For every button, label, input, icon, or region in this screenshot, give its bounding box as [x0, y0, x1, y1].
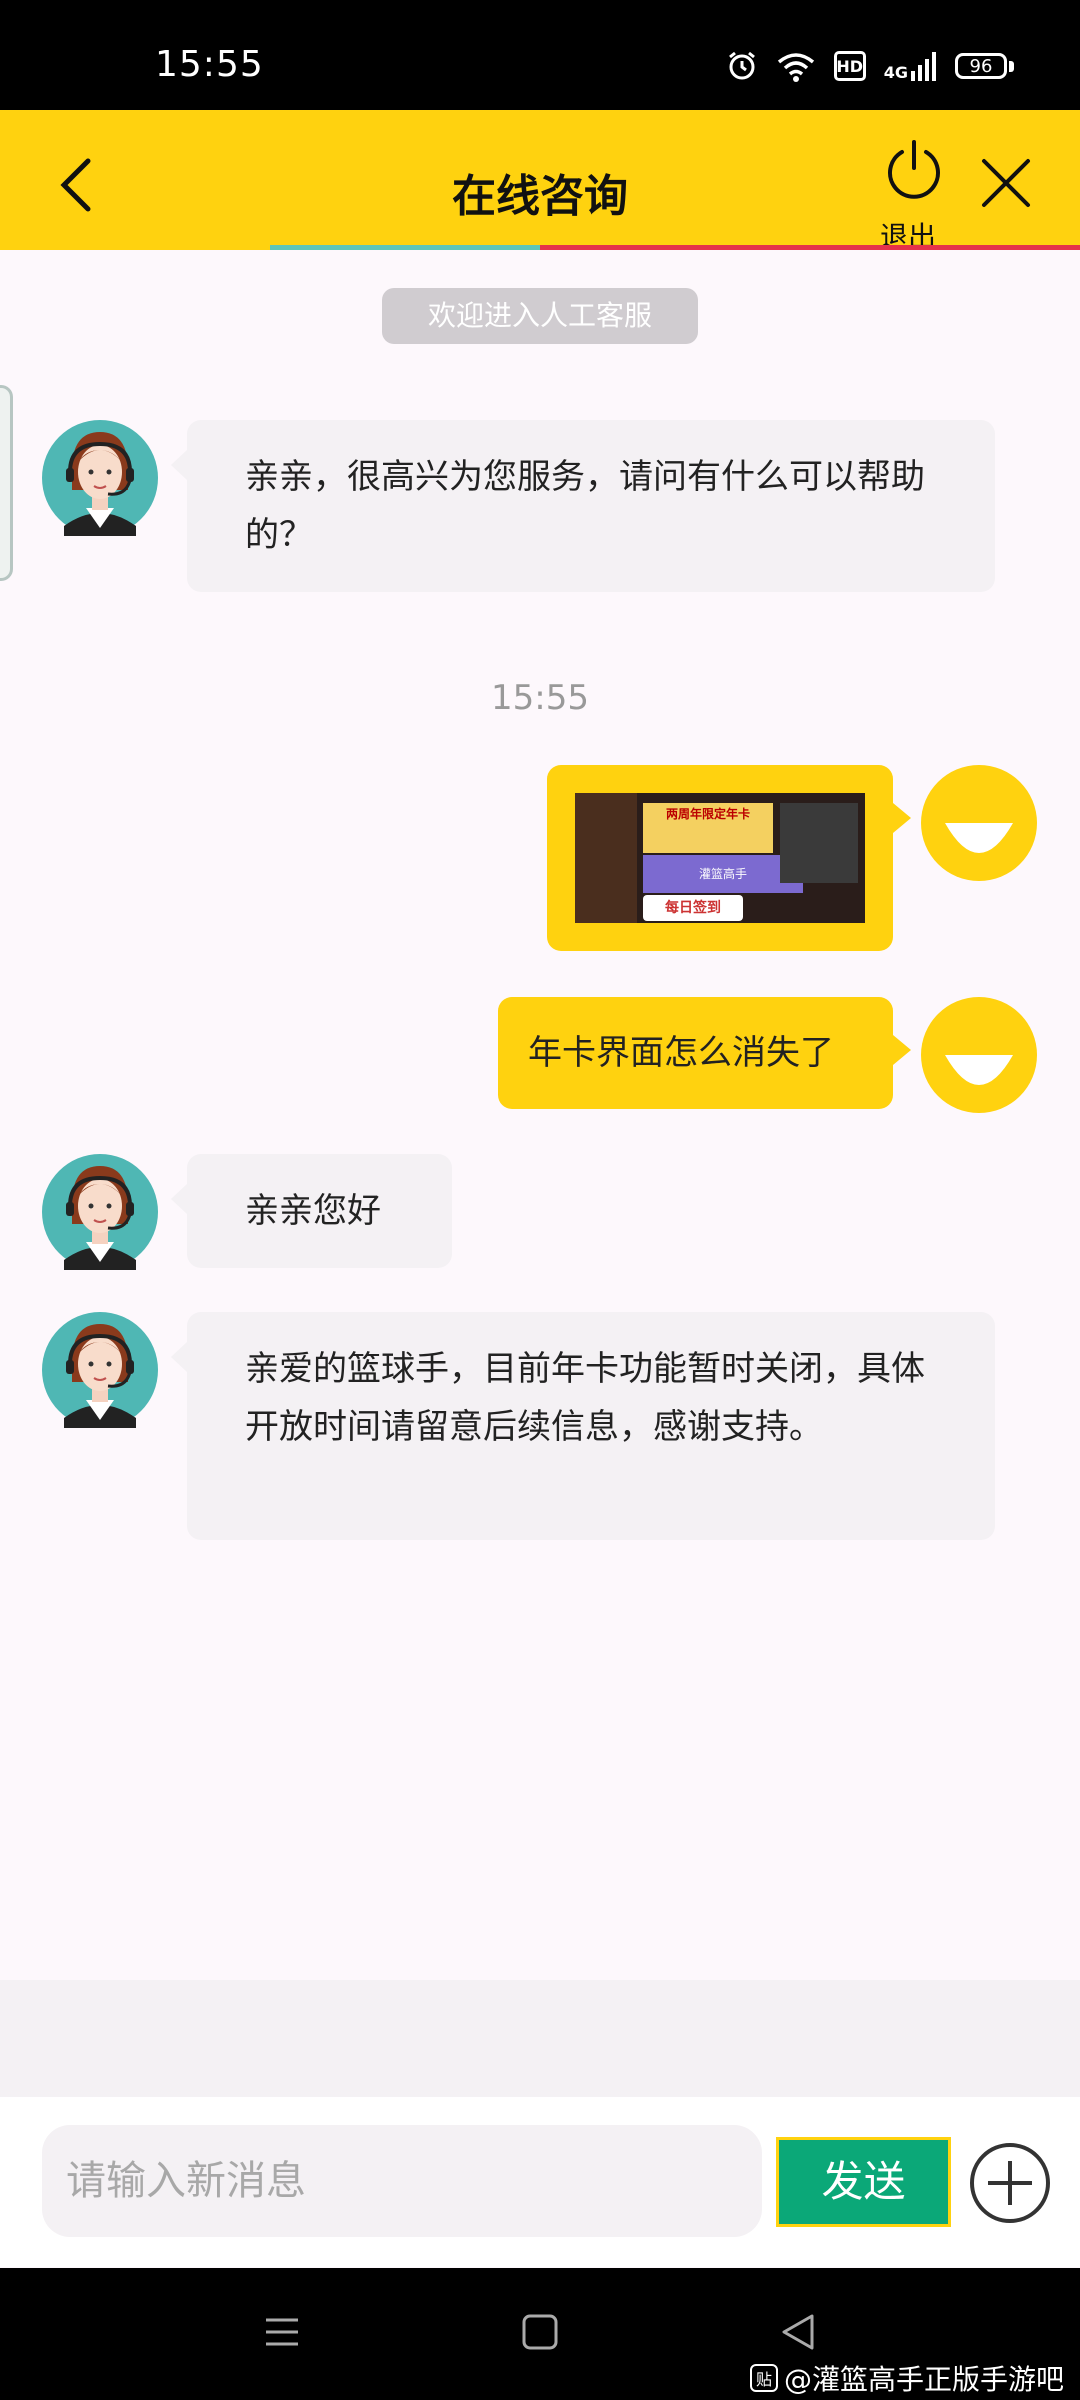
message-bubble-user: 年卡界面怎么消失了 — [498, 997, 911, 1109]
status-time: 15:55 — [155, 44, 264, 85]
header-progress-red — [540, 245, 1080, 250]
plus-icon[interactable] — [968, 2141, 1052, 2225]
thumb-left-panel — [575, 793, 637, 923]
header-progress-teal — [270, 245, 540, 250]
back-nav-icon[interactable] — [778, 2312, 818, 2352]
input-bar: 发送 — [0, 2097, 1080, 2267]
screenshot-thumbnail[interactable]: 两周年限定年卡 灌篮高手 每日签到 — [575, 793, 865, 923]
welcome-notice: 欢迎进入人工客服 — [382, 288, 698, 344]
home-icon[interactable] — [521, 2312, 559, 2352]
message-text: 亲亲您好 — [245, 1191, 381, 1231]
close-icon[interactable] — [976, 153, 1036, 213]
logout-button[interactable]: 退出 — [872, 138, 956, 253]
agent-avatar — [42, 420, 158, 536]
power-icon — [888, 140, 940, 199]
battery-icon: 96 — [955, 53, 1014, 79]
message-bubble-agent: 亲爱的篮球手，目前年卡功能暂时关闭，具体开放时间请留意后续信息，感谢支持。 — [171, 1312, 995, 1540]
message-input[interactable] — [42, 2125, 762, 2237]
hd-badge: HD — [833, 51, 866, 81]
message-text: 年卡界面怎么消失了 — [528, 1033, 834, 1073]
user-avatar — [921, 765, 1037, 881]
user-avatar — [921, 997, 1037, 1113]
system-nav-bar: 贴 @灌篮高手正版手游吧 — [0, 2268, 1080, 2400]
message-text: 亲爱的篮球手，目前年卡功能暂时关闭，具体开放时间请留意后续信息，感谢支持。 — [245, 1349, 925, 1447]
thumb-banner: 两周年限定年卡 — [643, 803, 773, 853]
edge-handle[interactable] — [0, 385, 13, 581]
send-button[interactable]: 发送 — [776, 2137, 951, 2227]
status-icons: HD 4G 96 — [726, 50, 1014, 82]
message-bubble-image[interactable]: 两周年限定年卡 灌篮高手 每日签到 — [547, 765, 911, 951]
watermark: 贴 @灌篮高手正版手游吧 — [749, 2358, 1064, 2398]
agent-avatar — [42, 1312, 158, 1428]
menu-icon[interactable] — [262, 2312, 302, 2352]
thumb-checkin: 每日签到 — [643, 895, 743, 921]
agent-avatar — [42, 1154, 158, 1270]
thumb-right-panel — [780, 803, 858, 883]
app-header: 在线咨询 退出 — [0, 110, 1080, 253]
message-bubble-agent: 亲亲，很高兴为您服务，请问有什么可以帮助的？ — [171, 420, 995, 592]
chat-timestamp: 15:55 — [491, 678, 589, 718]
signal-icon: 4G — [884, 51, 937, 81]
wifi-icon — [777, 53, 814, 82]
message-text: 亲亲，很高兴为您服务，请问有什么可以帮助的？ — [245, 457, 925, 555]
thumb-banner-2: 灌篮高手 — [643, 855, 803, 893]
alarm-icon — [728, 51, 755, 80]
status-bar: 15:55 HD 4G 96 — [0, 0, 1080, 110]
chat-footer-spacer — [0, 1980, 1080, 2097]
tieba-icon: 贴 — [749, 2364, 778, 2392]
message-bubble-agent: 亲亲您好 — [171, 1154, 452, 1268]
